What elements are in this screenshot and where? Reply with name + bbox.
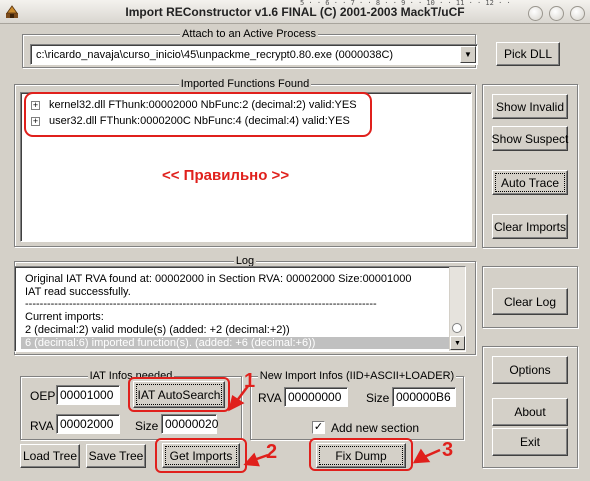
log-line: 2 (decimal:2) valid module(s) (added: +2… bbox=[25, 324, 290, 336]
iat-rva-value: 00002000 bbox=[60, 417, 114, 431]
new-import-infos-label: New Import Infos (IID+ASCII+LOADER) bbox=[257, 370, 457, 382]
minimize-button[interactable] bbox=[528, 6, 543, 21]
arrow-3-icon bbox=[423, 448, 441, 459]
step-1-number: 1 bbox=[244, 370, 256, 392]
oep-label: OEP bbox=[30, 389, 56, 403]
log-separator: ----------------------------------------… bbox=[25, 298, 377, 310]
new-size-field[interactable]: 000000B6 bbox=[392, 387, 456, 407]
oep-value: 00001000 bbox=[60, 388, 114, 402]
new-rva-value: 00000000 bbox=[288, 390, 342, 404]
load-tree-button[interactable]: Load Tree bbox=[20, 444, 80, 468]
step-3-number: 3 bbox=[442, 439, 454, 461]
arrow-3-head-icon bbox=[412, 448, 431, 464]
new-size-label: Size bbox=[366, 391, 390, 405]
fix-dump-highlight-annotation bbox=[309, 438, 413, 471]
new-rva-field[interactable]: 00000000 bbox=[284, 387, 348, 407]
pick-dll-button[interactable]: Pick DLL bbox=[496, 42, 560, 66]
oep-field[interactable]: 00001000 bbox=[56, 385, 120, 405]
close-button[interactable] bbox=[570, 6, 585, 21]
misc-panel-frame bbox=[482, 346, 578, 468]
log-line: IAT read successfully. bbox=[25, 286, 131, 298]
log-line-selected: 6 (decimal:6) imported function(s). (add… bbox=[21, 337, 453, 349]
new-size-value: 000000B6 bbox=[396, 390, 451, 404]
maximize-button[interactable] bbox=[549, 6, 564, 21]
new-rva-label: RVA bbox=[258, 391, 282, 405]
rva-label: RVA bbox=[30, 419, 54, 433]
log-listbox[interactable]: Original IAT RVA found at: 00002000 in S… bbox=[14, 266, 466, 352]
iat-size-field[interactable]: 00000020 bbox=[161, 414, 219, 434]
window-title: Import REConstructor v1.6 FINAL (C) 2001… bbox=[125, 5, 465, 19]
import-reconstructor-window: 5 · · 6 · · 7 · · 8 · · 9 · · 10 · · 11 … bbox=[0, 0, 590, 481]
log-panel-frame bbox=[482, 266, 578, 328]
log-scrollbar[interactable]: ▼ bbox=[449, 267, 465, 351]
step-2-number: 2 bbox=[266, 441, 278, 463]
imports-highlight-annotation bbox=[24, 92, 372, 137]
title-bar[interactable]: 5 · · 6 · · 7 · · 8 · · 9 · · 10 · · 11 … bbox=[0, 0, 590, 24]
log-line: Current imports: bbox=[25, 311, 104, 323]
correct-annotation: << Правильно >> bbox=[162, 167, 290, 184]
right-panel-frame bbox=[482, 84, 578, 248]
imported-functions-label: Imported Functions Found bbox=[178, 78, 312, 90]
chevron-down-icon[interactable]: ▼ bbox=[460, 46, 476, 63]
size-label: Size bbox=[135, 419, 159, 433]
arrow-2-head-icon bbox=[243, 452, 260, 467]
add-new-section-checkbox[interactable]: ✓ bbox=[312, 421, 325, 434]
log-line: Original IAT RVA found at: 00002000 in S… bbox=[25, 273, 412, 285]
process-combobox[interactable]: c:\ricardo_navaja\curso_inicio\45\unpack… bbox=[30, 44, 478, 65]
iat-rva-field[interactable]: 00002000 bbox=[56, 414, 120, 434]
scroll-down-icon[interactable]: ▼ bbox=[450, 336, 465, 350]
iat-size-value: 00000020 bbox=[165, 417, 219, 431]
save-tree-button[interactable]: Save Tree bbox=[86, 444, 146, 468]
process-combobox-value: c:\ricardo_navaja\curso_inicio\45\unpack… bbox=[36, 49, 394, 61]
add-new-section-label: Add new section bbox=[331, 421, 420, 435]
get-imports-highlight-annotation bbox=[155, 438, 247, 473]
autosearch-highlight-annotation bbox=[128, 377, 230, 412]
attach-process-label: Attach to an Active Process bbox=[180, 28, 318, 40]
scroll-thumb[interactable] bbox=[452, 323, 462, 333]
